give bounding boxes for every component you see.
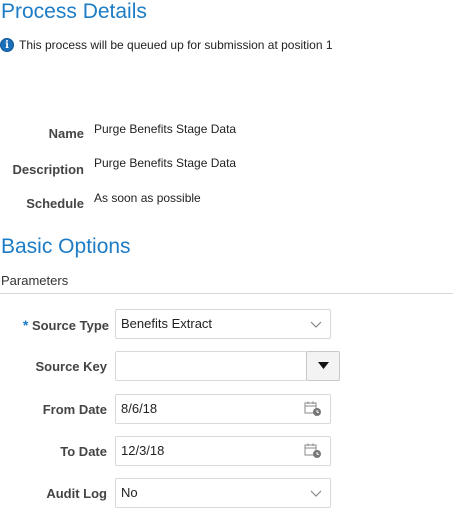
from-date-label: From Date — [42, 402, 107, 417]
to-date-value: 12/3/18 — [121, 443, 165, 458]
info-icon: i — [0, 38, 14, 52]
info-message-row: i This process will be queued up for sub… — [0, 37, 333, 53]
description-value: Purge Benefits Stage Data — [94, 156, 237, 170]
source-type-label: Source Type — [31, 318, 109, 333]
audit-log-value: No — [121, 485, 138, 500]
name-label: Name — [48, 126, 84, 141]
page-title: Process Details — [1, 0, 147, 23]
source-type-select[interactable]: Benefits Extract — [115, 309, 331, 339]
source-type-value: Benefits Extract — [121, 316, 213, 331]
basic-options-heading: Basic Options — [1, 235, 131, 258]
schedule-value: As soon as possible — [94, 191, 201, 205]
source-type-label-group: * Source Type — [7, 317, 109, 333]
source-key-input[interactable] — [115, 351, 307, 381]
section-divider — [0, 293, 453, 294]
triangle-down-icon — [317, 362, 329, 369]
source-key-label: Source Key — [35, 359, 107, 374]
name-value: Purge Benefits Stage Data — [94, 122, 237, 136]
from-date-input[interactable]: 8/6/18 — [115, 394, 331, 424]
to-date-input[interactable]: 12/3/18 — [115, 436, 331, 466]
parameters-label: Parameters — [1, 273, 69, 288]
calendar-icon[interactable] — [304, 401, 322, 417]
from-date-value: 8/6/18 — [121, 401, 158, 416]
audit-log-select[interactable]: No — [115, 478, 331, 508]
required-indicator: * — [22, 317, 29, 333]
to-date-label: To Date — [60, 444, 107, 459]
schedule-label: Schedule — [26, 196, 84, 211]
chevron-down-icon[interactable] — [310, 488, 322, 498]
chevron-down-icon[interactable] — [310, 319, 322, 329]
audit-log-label: Audit Log — [46, 486, 107, 501]
description-label: Description — [12, 162, 84, 177]
source-key-dropdown-button[interactable] — [306, 351, 340, 381]
info-message: This process will be queued up for submi… — [19, 38, 333, 52]
calendar-icon[interactable] — [304, 443, 322, 459]
